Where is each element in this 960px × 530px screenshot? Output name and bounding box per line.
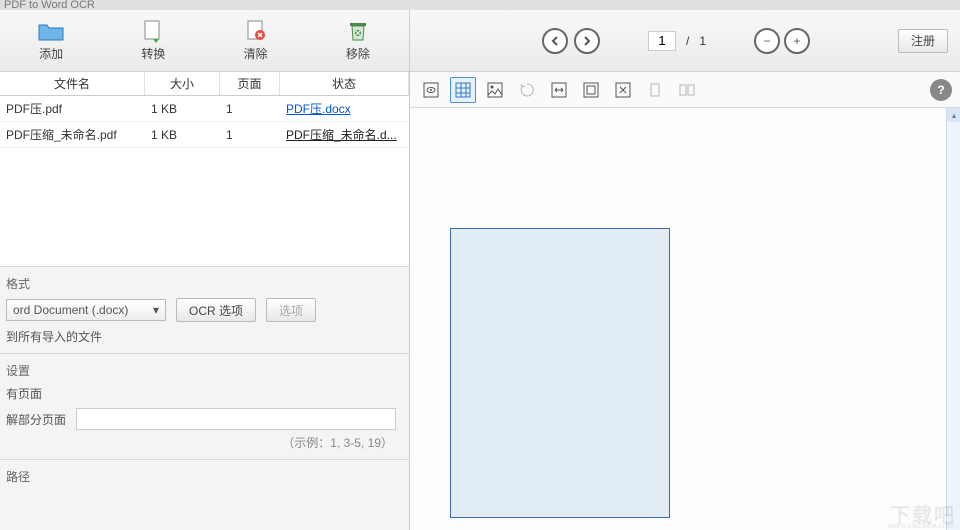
ocr-options-button[interactable]: OCR 选项 xyxy=(176,298,256,322)
image-view-icon[interactable] xyxy=(482,77,508,103)
plus-icon: + xyxy=(794,34,801,48)
chevron-right-icon xyxy=(582,36,592,46)
convert-button[interactable]: 转换 xyxy=(102,10,204,71)
single-page-icon xyxy=(642,77,668,103)
window-titlebar: PDF to Word OCR xyxy=(0,0,960,10)
preview-panel: / 1 − + 注册 ? ▴ xyxy=(410,10,960,530)
header-page[interactable]: 页面 xyxy=(220,72,280,95)
table-row[interactable]: PDF压.pdf 1 KB 1 PDF压.docx xyxy=(0,96,409,122)
minus-icon: − xyxy=(764,34,771,48)
chevron-down-icon: ▾ xyxy=(153,303,159,317)
format-section: 格式 ord Document (.docx) ▾ OCR 选项 选项 到所有导… xyxy=(0,266,409,353)
document-preview[interactable]: ▴ xyxy=(410,108,960,530)
vertical-scrollbar[interactable]: ▴ xyxy=(946,108,960,530)
fit-width-icon[interactable] xyxy=(546,77,572,103)
document-convert-icon xyxy=(139,19,167,43)
status-link[interactable]: PDF压缩_未命名.d... xyxy=(280,122,409,147)
header-status[interactable]: 状态 xyxy=(280,72,409,95)
page-range-input[interactable] xyxy=(76,408,396,430)
page-number-input[interactable] xyxy=(648,31,676,51)
path-section: 路径 xyxy=(0,459,409,499)
header-size[interactable]: 大小 xyxy=(145,72,220,95)
folder-add-icon xyxy=(37,19,65,43)
next-page-button[interactable] xyxy=(574,28,600,54)
register-button[interactable]: 注册 xyxy=(898,29,948,53)
header-filename[interactable]: 文件名 xyxy=(0,72,145,95)
page-indicator: / 1 xyxy=(648,31,706,51)
scroll-up-icon[interactable]: ▴ xyxy=(947,108,960,122)
help-icon[interactable]: ? xyxy=(930,79,952,101)
remove-button[interactable]: 移除 xyxy=(307,10,409,71)
zoom-in-button[interactable]: + xyxy=(784,28,810,54)
table-row[interactable]: PDF压缩_未命名.pdf 1 KB 1 PDF压缩_未命名.d... xyxy=(0,122,409,148)
preview-toolbar: / 1 − + 注册 xyxy=(410,10,960,72)
settings-section: 设置 有页面 解部分页面 （示例：1, 3-5, 19） xyxy=(0,353,409,459)
format-select[interactable]: ord Document (.docx) ▾ xyxy=(6,299,166,321)
fit-page-icon[interactable] xyxy=(578,77,604,103)
main-toolbar: 添加 转换 清除 移除 xyxy=(0,10,409,72)
clear-button[interactable]: 清除 xyxy=(205,10,307,71)
rotate-icon xyxy=(514,77,540,103)
add-button[interactable]: 添加 xyxy=(0,10,102,71)
document-clear-icon xyxy=(242,19,270,43)
file-table-header: 文件名 大小 页面 状态 xyxy=(0,72,409,96)
status-link[interactable]: PDF压.docx xyxy=(280,96,409,121)
page-thumbnail[interactable] xyxy=(450,228,670,518)
options-button[interactable]: 选项 xyxy=(266,298,316,322)
grid-view-icon[interactable] xyxy=(450,77,476,103)
chevron-left-icon xyxy=(550,36,560,46)
left-panel: 添加 转换 清除 移除 文件名 大 xyxy=(0,10,410,530)
watermark-sub: www.xiazaiba.com xyxy=(888,521,954,530)
actual-size-icon[interactable] xyxy=(610,77,636,103)
file-table-body: PDF压.pdf 1 KB 1 PDF压.docx PDF压缩_未命名.pdf … xyxy=(0,96,409,266)
two-page-icon xyxy=(674,77,700,103)
zoom-out-button[interactable]: − xyxy=(754,28,780,54)
trash-icon xyxy=(344,19,372,43)
view-mode-toolbar: ? xyxy=(410,72,960,108)
prev-page-button[interactable] xyxy=(542,28,568,54)
eye-view-icon[interactable] xyxy=(418,77,444,103)
